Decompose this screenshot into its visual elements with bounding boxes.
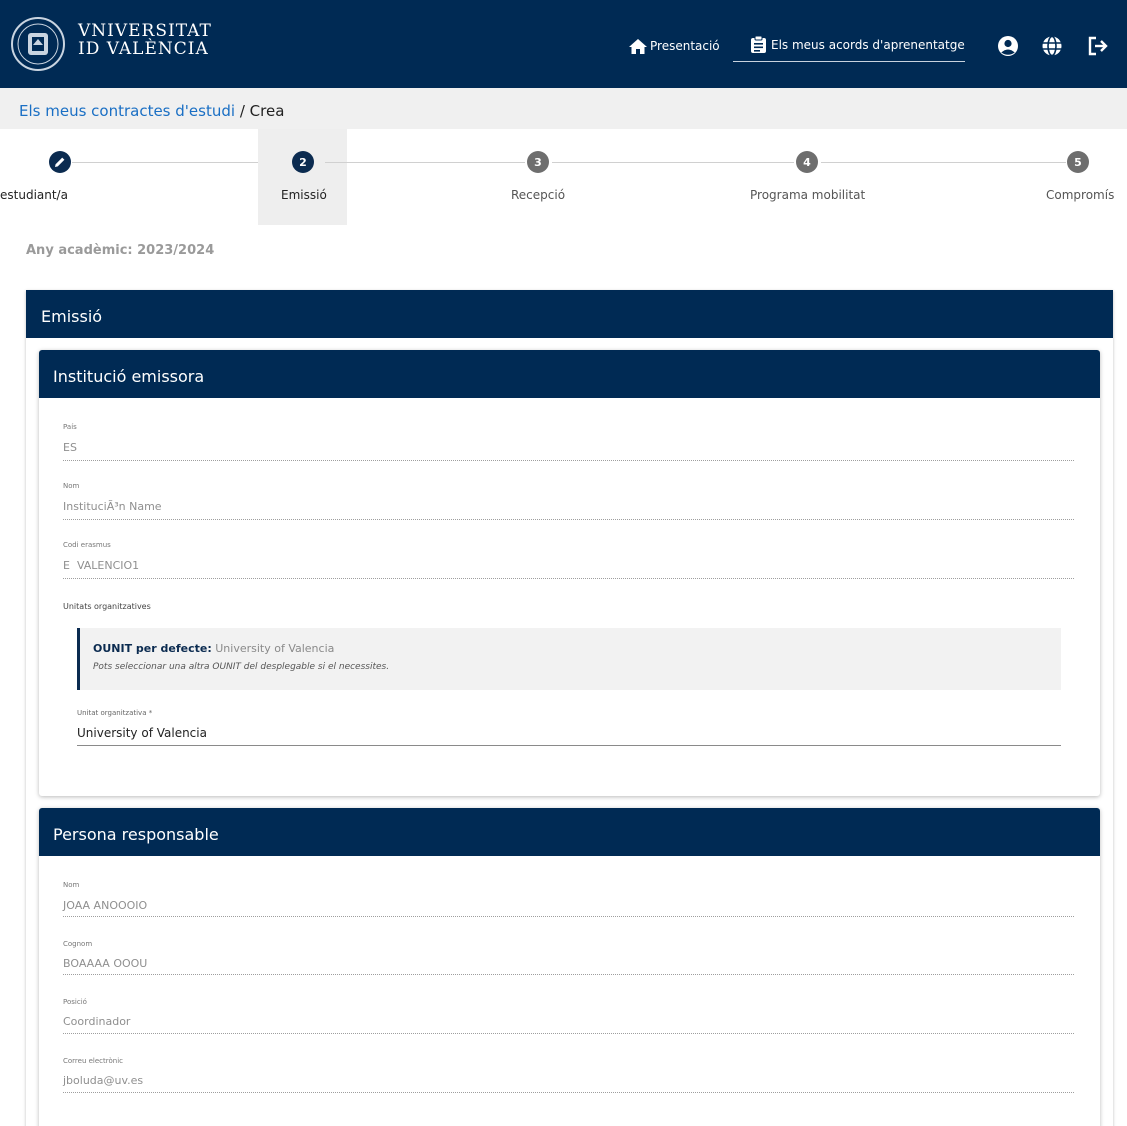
step-3-circle[interactable]: 3 (527, 151, 549, 173)
ounit-hint: Pots seleccionar una altra OUNIT del des… (93, 662, 390, 672)
codi-erasmus-value: E VALENCIO1 (63, 559, 140, 572)
logout-icon[interactable] (1086, 34, 1110, 58)
nav-acords-label: Els meus acords d'aprenentatge (771, 37, 965, 52)
step-2-circle[interactable]: 2 (292, 151, 314, 173)
responsable-nom-underline (63, 916, 1074, 917)
pencil-icon (55, 157, 65, 167)
nom-institucio-field-underline (63, 519, 1074, 520)
pais-value: ES (63, 441, 77, 454)
ounit-default-label: OUNIT per defecte: (93, 642, 212, 655)
pais-field-underline (63, 460, 1074, 461)
pais-label: País (63, 423, 77, 431)
institucio-emissora-title: Institució emissora (39, 350, 1100, 398)
responsable-email-underline (63, 1092, 1074, 1093)
step-5-circle[interactable]: 5 (1067, 151, 1089, 173)
codi-erasmus-field-underline (63, 578, 1074, 579)
step-4-circle[interactable]: 4 (796, 151, 818, 173)
nav-acords-link[interactable]: Els meus acords d'aprenentatge (733, 28, 965, 62)
step-1-label: estudiant/a (0, 188, 68, 202)
responsable-posicio-label: Posició (63, 998, 87, 1006)
nav-presentacio-link[interactable]: Presentació (629, 36, 720, 56)
breadcrumb-current: Crea (249, 102, 285, 120)
university-wordmark: VNIVERSITAT ID VALÈNCIA (78, 22, 212, 58)
responsable-email-label: Correu electrònic (63, 1057, 124, 1065)
unitat-organitzativa-underline (77, 745, 1061, 746)
persona-responsable-title: Persona responsable (39, 808, 1100, 856)
step-connector (72, 162, 258, 163)
responsable-nom-value: JOAA ANOOOIO (63, 899, 148, 912)
step-connector (552, 162, 794, 163)
step-4-label: Programa mobilitat (750, 188, 866, 202)
responsable-cognom-value: BOAAAA OOOU (63, 957, 148, 970)
breadcrumb-separator: / (239, 102, 245, 120)
step-active-highlight (258, 129, 347, 225)
logo-line-2: ID VALÈNCIA (78, 39, 209, 59)
breadcrumb-link-contractes[interactable]: Els meus contractes d'estudi (19, 102, 235, 120)
clipboard-icon (751, 36, 766, 53)
responsable-nom-label: Nom (63, 881, 80, 889)
emissio-panel-title: Emissió (26, 290, 1113, 338)
responsable-posicio-underline (63, 1033, 1074, 1034)
step-connector (325, 162, 525, 163)
ounit-default-notice (77, 628, 1061, 690)
nom-institucio-value: InstituciÃ³n Name (63, 500, 162, 513)
ounits-section-label: Unitats organitzatives (63, 602, 151, 611)
unitat-organitzativa-select[interactable]: University of Valencia (77, 726, 207, 740)
step-1-circle[interactable] (49, 151, 71, 173)
ounit-default-value: University of Valencia (215, 642, 335, 655)
university-seal-logo[interactable] (9, 7, 67, 81)
ounit-default-line: OUNIT per defecte: University of Valenci… (93, 642, 334, 655)
user-icon[interactable] (996, 34, 1020, 58)
step-connector (821, 162, 1066, 163)
responsable-cognom-label: Cognom (63, 940, 93, 948)
breadcrumb: Els meus contractes d'estudi / Crea (19, 102, 284, 120)
nav-presentacio-label: Presentació (650, 39, 720, 53)
nom-institucio-label: Nom (63, 482, 80, 490)
codi-erasmus-label: Codi erasmus (63, 541, 111, 549)
academic-year: Any acadèmic: 2023/2024 (26, 243, 215, 258)
step-2-label: Emissió (281, 188, 327, 202)
globe-icon[interactable] (1040, 34, 1064, 58)
responsable-email-value: jboluda@uv.es (63, 1074, 144, 1087)
home-icon (629, 38, 647, 54)
unitat-organitzativa-label: Unitat organitzativa * (77, 709, 153, 717)
step-3-label: Recepció (511, 188, 566, 202)
responsable-cognom-underline (63, 974, 1074, 975)
step-5-label: Compromís (1046, 188, 1115, 202)
logo-line-1: VNIVERSITAT (78, 21, 212, 41)
responsable-posicio-value: Coordinador (63, 1015, 131, 1028)
